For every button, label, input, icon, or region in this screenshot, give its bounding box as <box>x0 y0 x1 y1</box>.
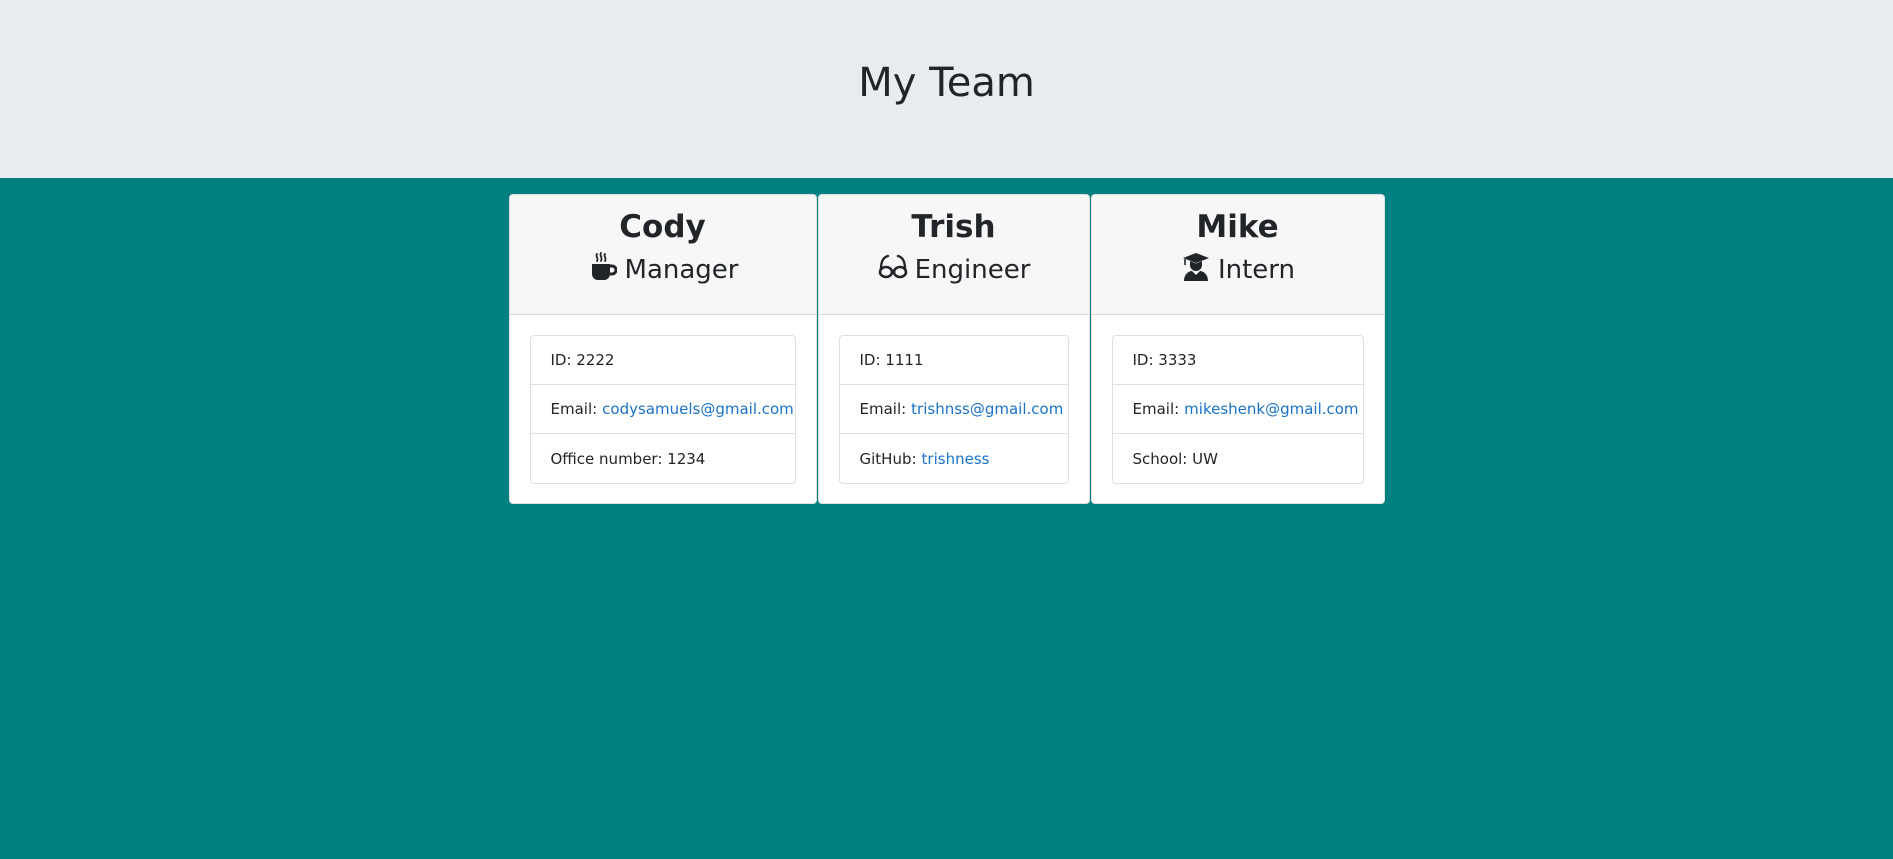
glasses-icon <box>877 251 909 283</box>
card-body: ID: 2222 Email: codysamuels@gmail.com Of… <box>510 315 816 504</box>
email-label: Email: <box>550 400 598 418</box>
email-label: Email: <box>1132 400 1180 418</box>
team-cards: Cody Manager ID: 2222 Email: codysamuels… <box>0 194 1893 504</box>
employee-email: Email: mikeshenk@gmail.com <box>1112 385 1363 434</box>
email-link[interactable]: codysamuels@gmail.com <box>602 400 794 418</box>
employee-id: ID: 1111 <box>839 336 1068 385</box>
employee-name: Trish <box>911 209 996 245</box>
office-number-text: Office number: 1234 <box>550 449 706 468</box>
employee-github: GitHub: trishness <box>840 434 1068 483</box>
employee-school: School: UW <box>1113 434 1363 483</box>
employee-id-text: ID: 2222 <box>550 351 615 369</box>
employee-office-number: Office number: 1234 <box>531 434 795 483</box>
employee-id: ID: 3333 <box>1112 336 1363 385</box>
school-text: School: UW <box>1132 449 1218 468</box>
github-label: GitHub: <box>859 449 917 468</box>
employee-email: Email: trishnss@gmail.com <box>839 385 1068 434</box>
employee-role-label: Intern <box>1217 255 1296 285</box>
employee-email: Email: codysamuels@gmail.com <box>530 385 795 434</box>
github-link[interactable]: trishness <box>922 450 990 468</box>
employee-name: Mike <box>1196 209 1279 245</box>
employee-role-label: Manager <box>624 255 739 285</box>
employee-name: Cody <box>619 209 706 245</box>
email-link[interactable]: trishnss@gmail.com <box>911 400 1063 418</box>
employee-card-intern: Mike Intern ID: 3333 Email: mikeshenk@gm… <box>1090 194 1385 504</box>
employee-card-manager: Cody Manager ID: 2222 Email: codysamuels… <box>508 194 817 504</box>
card-header: Cody Manager <box>509 195 816 315</box>
card-header: Trish Engineer <box>818 195 1089 315</box>
page-title: My Team <box>858 60 1035 106</box>
employee-role: Intern <box>1092 253 1384 287</box>
employee-card-engineer: Trish Engineer ID: 1111 Email: trishnss@… <box>817 194 1090 504</box>
employee-details: ID: 2222 Email: codysamuels@gmail.com Of… <box>529 335 796 484</box>
employee-id: ID: 2222 <box>530 336 795 385</box>
card-header: Mike Intern <box>1091 195 1384 315</box>
email-link[interactable]: mikeshenk@gmail.com <box>1184 400 1358 418</box>
graduate-icon <box>1180 251 1212 283</box>
employee-details: ID: 3333 Email: mikeshenk@gmail.com Scho… <box>1111 335 1364 484</box>
employee-role: Engineer <box>819 253 1089 287</box>
employee-details: ID: 1111 Email: trishnss@gmail.com GitHu… <box>838 335 1069 484</box>
employee-id-text: ID: 1111 <box>859 351 924 369</box>
header-banner: My Team <box>0 0 1893 178</box>
coffee-icon <box>587 251 619 283</box>
card-body: ID: 1111 Email: trishnss@gmail.com GitHu… <box>819 315 1089 504</box>
employee-role: Manager <box>510 251 816 287</box>
employee-role-label: Engineer <box>914 255 1031 285</box>
card-body: ID: 3333 Email: mikeshenk@gmail.com Scho… <box>1092 315 1384 504</box>
employee-id-text: ID: 3333 <box>1132 351 1197 369</box>
email-label: Email: <box>859 400 907 418</box>
